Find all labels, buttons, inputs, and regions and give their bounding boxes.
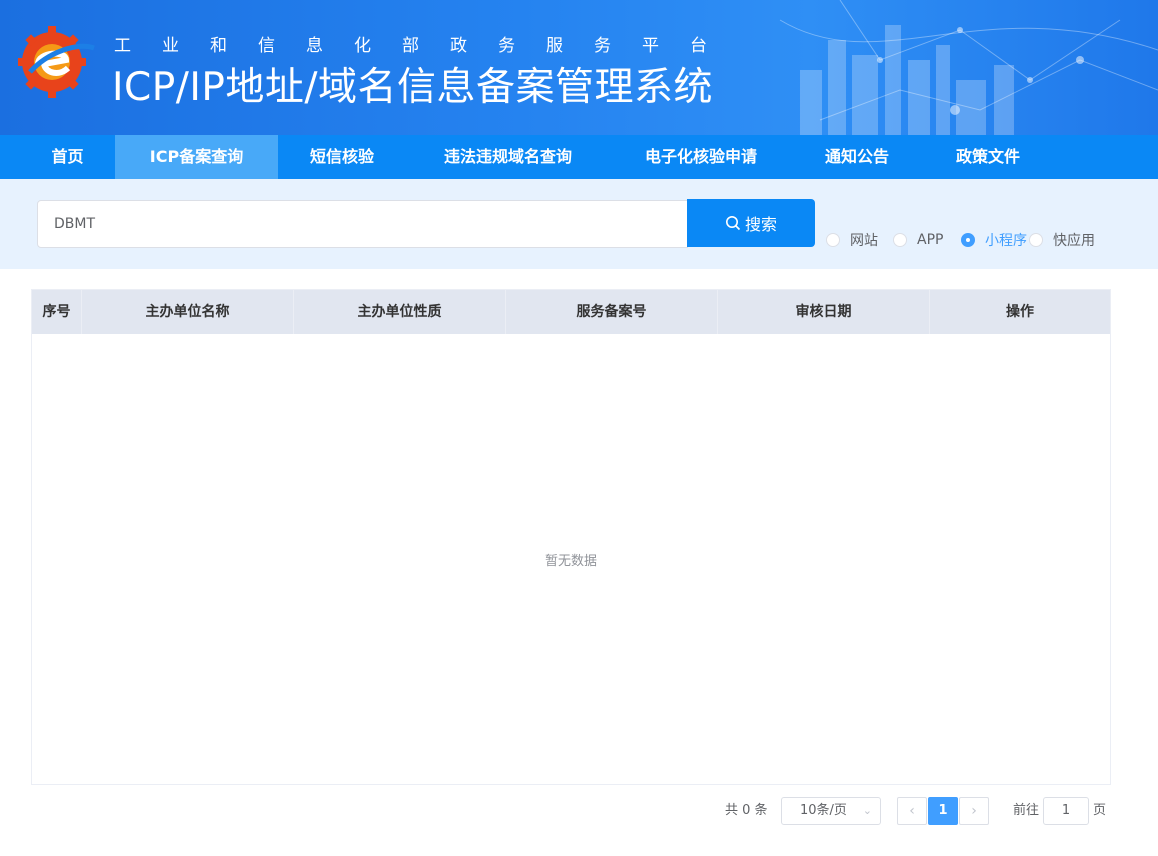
- nav-sms-verify[interactable]: 短信核验: [278, 135, 406, 179]
- total-count: 共 0 条: [725, 803, 768, 818]
- radio-website[interactable]: 网站: [826, 230, 878, 250]
- chevron-left-icon: ‹: [909, 803, 915, 819]
- results-table: 序号 主办单位名称 主办单位性质 服务备案号 审核日期 操作 暂无数据: [31, 289, 1111, 785]
- column-header-index: 序号: [32, 290, 82, 334]
- ministry-logo: [18, 26, 95, 98]
- next-page-button[interactable]: ›: [959, 797, 989, 825]
- search-area: DBMT 搜索 网站 APP 小程序 快应用: [0, 179, 1158, 269]
- column-header-organizer-type: 主办单位性质: [294, 290, 506, 334]
- chevron-right-icon: ›: [971, 803, 977, 819]
- radio-label: 快应用: [1053, 233, 1095, 249]
- column-header-record-number: 服务备案号: [506, 290, 718, 334]
- prev-page-button[interactable]: ‹: [897, 797, 927, 825]
- city-skyline-decoration: [779, 0, 1158, 135]
- column-header-actions: 操作: [1006, 304, 1034, 320]
- chevron-down-icon: ⌄: [862, 804, 872, 817]
- column-header-organizer-name: 主办单位名称: [82, 290, 294, 334]
- empty-state-text: 暂无数据: [544, 554, 597, 569]
- goto-page-input[interactable]: 1: [1043, 797, 1089, 825]
- main-nav: 首页 ICP备案查询 短信核验 违法违规域名查询 电子化核验申请 通知公告 政策…: [0, 135, 1158, 179]
- search-button-label: 搜索: [744, 215, 777, 234]
- nav-policies[interactable]: 政策文件: [922, 135, 1054, 179]
- radio-label: 小程序: [985, 233, 1027, 249]
- platform-subtitle: 工业和信息化部政务服务平台: [114, 36, 738, 56]
- search-button[interactable]: 搜索: [687, 199, 815, 247]
- goto-suffix: 页: [1093, 803, 1107, 818]
- table-header: 序号 主办单位名称 主办单位性质 服务备案号 审核日期 操作: [32, 290, 1110, 334]
- nav-notices[interactable]: 通知公告: [792, 135, 922, 179]
- radio-circle: [1029, 233, 1043, 247]
- column-header-review-date: 审核日期: [718, 290, 930, 334]
- search-icon: [725, 216, 741, 231]
- radio-label: 网站: [850, 233, 878, 249]
- nav-electronic-verify[interactable]: 电子化核验申请: [610, 135, 792, 179]
- radio-circle: [826, 233, 840, 247]
- page-number-current[interactable]: 1: [928, 797, 958, 825]
- system-title: ICP/IP地址/域名信息备案管理系统: [112, 65, 714, 110]
- radio-app[interactable]: APP: [893, 230, 943, 250]
- nav-icp-query[interactable]: ICP备案查询: [115, 135, 278, 179]
- radio-mini-program[interactable]: 小程序: [961, 230, 1027, 250]
- pagination: 共 0 条 10条/页 ⌄ ‹ 1 › 前往 1 页: [0, 797, 1158, 825]
- radio-label: APP: [917, 232, 944, 248]
- radio-circle: [961, 233, 975, 247]
- page-size-value: 10条/页: [800, 803, 847, 818]
- search-input[interactable]: DBMT: [37, 200, 688, 248]
- radio-quick-app[interactable]: 快应用: [1029, 230, 1095, 250]
- header-banner: 工业和信息化部政务服务平台 ICP/IP地址/域名信息备案管理系统: [0, 0, 1158, 135]
- goto-label: 前往: [1013, 803, 1040, 818]
- radio-circle: [893, 233, 907, 247]
- page-size-select[interactable]: 10条/页 ⌄: [781, 797, 881, 825]
- nav-illegal-domain-query[interactable]: 违法违规域名查询: [406, 135, 610, 179]
